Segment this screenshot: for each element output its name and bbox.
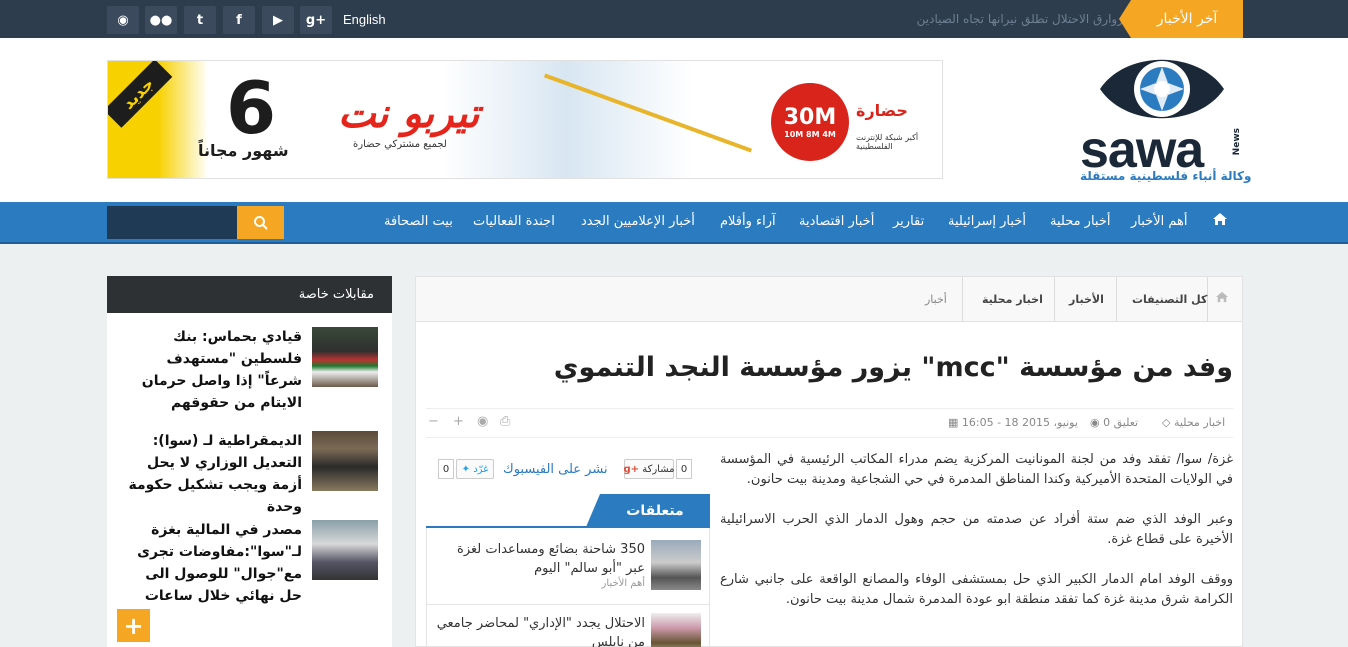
banner-brand-subtitle: لجميع مشتركي حضارة	[353, 139, 447, 150]
calendar-icon: ▦	[948, 416, 962, 429]
nav-item-economic-news[interactable]: أخبار اقتصادية	[799, 214, 874, 229]
article-category[interactable]: ◇ اخبار محلية	[1162, 416, 1225, 429]
breadcrumb-home-icon[interactable]	[1215, 291, 1229, 307]
divider	[426, 408, 1233, 409]
banner-months-text: شهور مجاناً	[198, 141, 289, 160]
article-comments-text: 0 تعليق	[1103, 416, 1139, 429]
breadcrumb	[416, 277, 1242, 322]
banner-brand: تيربو نت	[338, 91, 480, 137]
gplus-share-button[interactable]: g+ مشاركة	[623, 459, 675, 479]
sidebar-item-title[interactable]: مصدر في المالية بغزة لـ"سوا":مفاوضات تجر…	[122, 519, 302, 607]
related-thumbnail[interactable]	[651, 613, 701, 647]
banner-new-ribbon: جديد	[108, 61, 173, 128]
banner-isp-name: حضارة	[856, 101, 908, 120]
banner-speed-badge: 30M 10M 8M 4M	[771, 83, 849, 161]
facebook-share-link[interactable]: نشر على الفيسبوك	[503, 462, 608, 477]
related-thumbnail[interactable]	[651, 540, 701, 590]
english-language-link[interactable]: English	[343, 12, 386, 27]
article-body: غزة/ سوا/ تفقد وفد من لجنة المونانيت الم…	[720, 450, 1233, 630]
article-paragraph: وعبر الوفد الذي ضم ستة أفراد عن صدمته من…	[720, 512, 1233, 547]
home-icon[interactable]	[1212, 212, 1228, 230]
tweet-label: غرّد	[473, 463, 489, 475]
logo-news-label: News	[1232, 128, 1242, 156]
news-ticker-text[interactable]: زوارق الاحتلال تطلق نيرانها تجاه الصيادي…	[893, 12, 1123, 26]
tag-icon: ◇	[1162, 416, 1174, 429]
nav-item-events[interactable]: اجندة الفعاليات	[473, 214, 555, 229]
banner-big-number: 6	[226, 66, 277, 150]
sidebar-header: مقابلات خاصة	[107, 276, 392, 321]
related-header: متعلقات	[586, 494, 710, 527]
advertisement-banner[interactable]: جديد 6 شهور مجاناً تيربو نت لجميع مشتركي…	[107, 60, 943, 179]
article-category-text: اخبار محلية	[1173, 416, 1226, 429]
youtube-icon[interactable]: ▶	[262, 6, 294, 34]
tweet-button[interactable]: ✦ غرّد	[456, 459, 494, 479]
sidebar-thumbnail[interactable]	[312, 431, 378, 491]
divider	[427, 604, 709, 605]
article-title: وفد من مؤسسة "mcc" يزور مؤسسة النجد التن…	[553, 352, 1233, 383]
flickr-icon[interactable]: ●●	[145, 6, 177, 34]
increase-font-icon[interactable]: +	[453, 414, 464, 429]
sidebar-thumbnail[interactable]	[312, 520, 378, 580]
gplus-label: مشاركة	[642, 463, 675, 475]
search-input[interactable]	[107, 206, 237, 239]
article-datetime: ▦ 16:05 - 18 يونيو، 2015	[948, 416, 1078, 429]
facebook-icon[interactable]: f	[223, 6, 255, 34]
more-button[interactable]: +	[117, 609, 150, 642]
nav-item-israeli-news[interactable]: أخبار إسرائيلية	[948, 214, 1026, 229]
comment-icon: ◉	[1090, 416, 1104, 429]
search-button[interactable]	[237, 206, 284, 239]
banner-speed-value: 30M	[783, 105, 837, 130]
breadcrumb-separator	[1054, 277, 1055, 322]
breadcrumb-separator	[1116, 277, 1117, 322]
decrease-font-icon[interactable]: −	[428, 414, 439, 429]
article-paragraph: غزة/ سوا/ تفقد وفد من لجنة المونانيت الم…	[720, 452, 1233, 487]
breadcrumb-item[interactable]: اخبار محلية	[982, 293, 1043, 306]
related-item-category[interactable]: أهم الأخبار	[435, 578, 645, 589]
sidebar-item-title[interactable]: الديمقراطية لـ (سوا): التعديل الوزاري لا…	[122, 430, 302, 518]
nav-item-local-news[interactable]: أخبار محلية	[1050, 214, 1111, 229]
print-icon[interactable]: ⎙	[500, 414, 510, 429]
breadcrumb-current: أخبار	[925, 293, 947, 306]
nav-item-reports[interactable]: تقارير	[893, 214, 924, 229]
google-plus-icon: g+	[623, 463, 640, 475]
sidebar-thumbnail[interactable]	[312, 327, 378, 387]
sidebar-title: مقابلات خاصة	[298, 287, 374, 302]
twitter-icon: ✦	[461, 463, 470, 475]
nav-item-opinions[interactable]: آراء وأقلام	[720, 214, 776, 229]
breadcrumb-item[interactable]: الأخبار	[1069, 293, 1104, 306]
article-paragraph: ووقف الوفد امام الدمار الكبير الذي حل بم…	[720, 572, 1233, 607]
related-item-title[interactable]: 350 شاحنة بضائع ومساعدات لغزة عبر "أبو س…	[435, 540, 645, 578]
latest-news-tab: آخر الأخبار	[1119, 0, 1243, 38]
gplus-count: 0	[676, 459, 692, 479]
nav-item-new-media[interactable]: أخبار الإعلاميين الجدد	[581, 214, 695, 229]
logo-tagline: وكالة أنباء فلسطينية مستقلة	[1080, 169, 1252, 183]
article-comments[interactable]: ◉ 0 تعليق	[1090, 416, 1138, 429]
nav-item-press-house[interactable]: بيت الصحافة	[384, 214, 453, 229]
banner-speed-options: 10M 8M 4M	[784, 130, 836, 139]
article-datetime-text: 16:05 - 18 يونيو، 2015	[961, 416, 1078, 429]
google-plus-icon[interactable]: g+	[300, 6, 332, 34]
breadcrumb-item[interactable]: كل التصنيفات	[1132, 293, 1207, 306]
tweet-count: 0	[438, 459, 454, 479]
related-item-title[interactable]: الاحتلال يجدد "الإداري" لمحاضر جامعي من …	[435, 614, 645, 647]
banner-isp-subtitle: أكبر شبكة للإنترنت الفلسطينية	[856, 133, 919, 151]
breadcrumb-separator	[962, 277, 963, 322]
twitter-icon[interactable]: t	[184, 6, 216, 34]
nav-item-top-news[interactable]: أهم الأخبار	[1131, 214, 1187, 229]
sidebar-item-title[interactable]: قيادي بحماس: بنك فلسطين "مستهدف شرعاً" إ…	[122, 326, 302, 414]
eye-logo-icon[interactable]	[1096, 48, 1228, 130]
rss-icon[interactable]: ◉	[477, 414, 488, 429]
rss-icon[interactable]: ◉	[107, 6, 139, 34]
divider	[426, 437, 1233, 438]
search-icon	[253, 215, 268, 230]
banner-cable-graphic	[543, 73, 753, 153]
related-title: متعلقات	[626, 502, 684, 519]
